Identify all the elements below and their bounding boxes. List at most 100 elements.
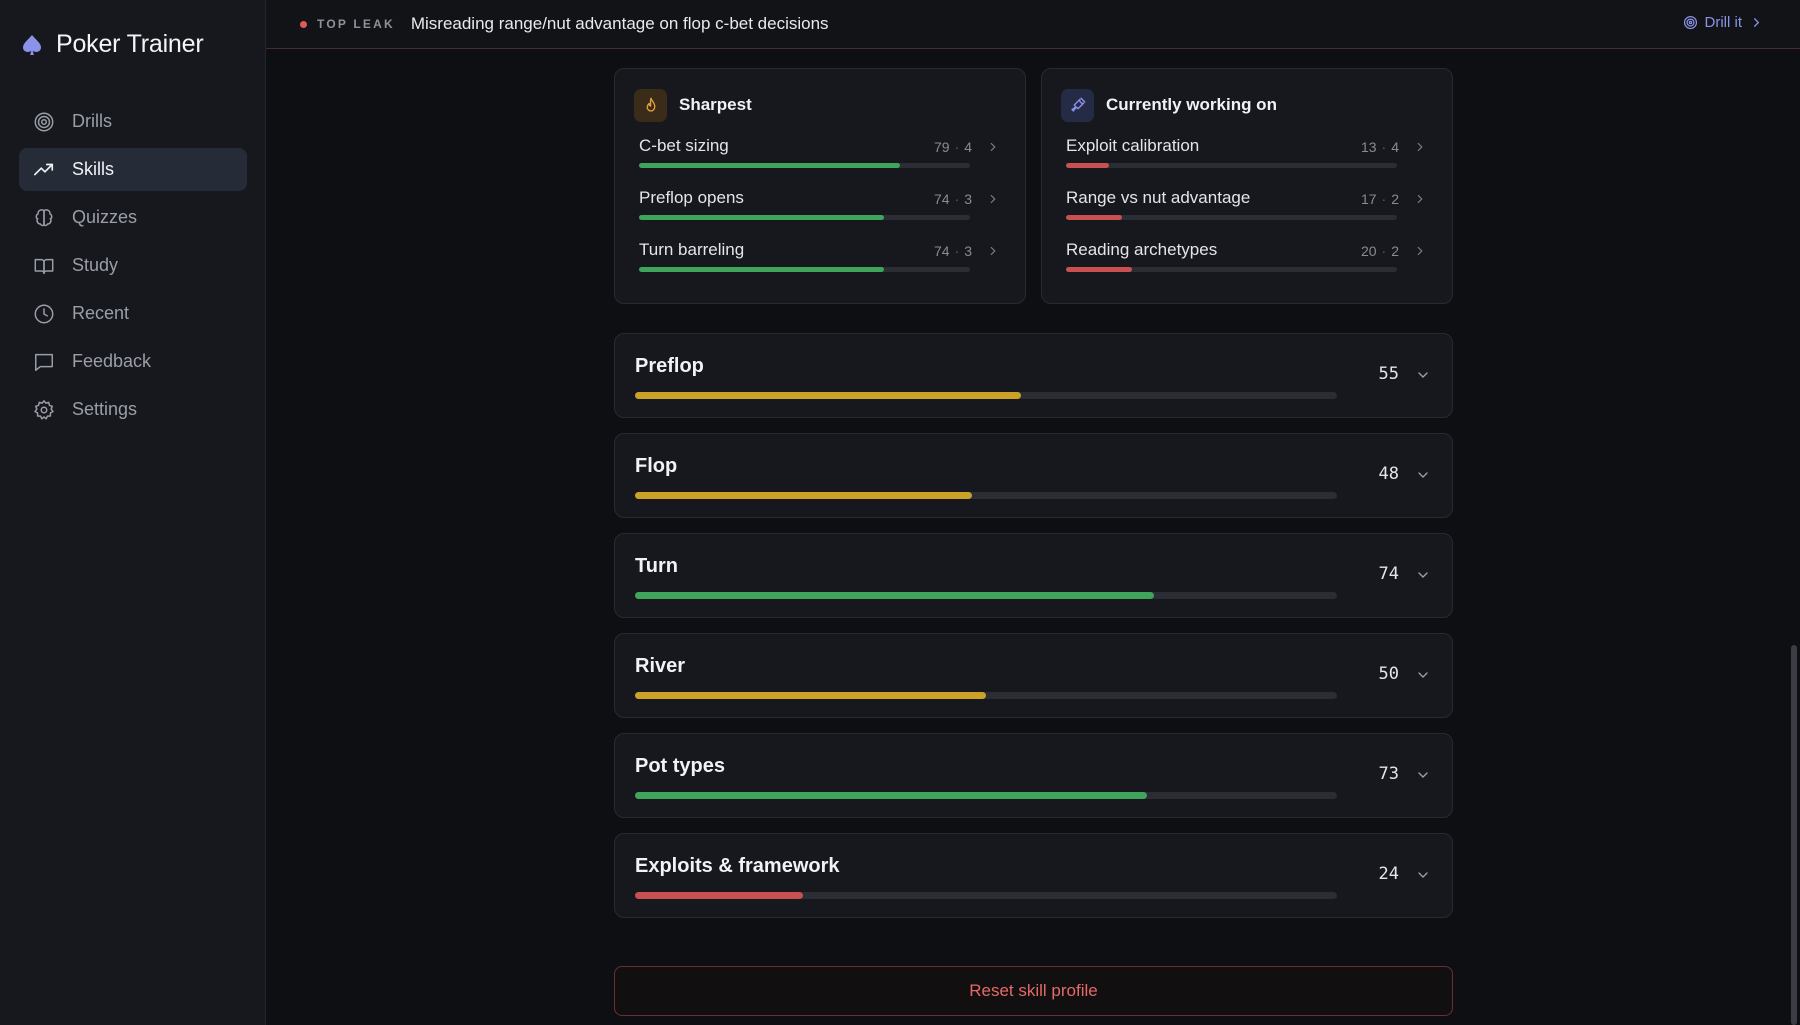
skill-meta: 79 · 4 [933,139,972,155]
sidebar-item-label: Settings [72,399,138,419]
skill-meta: 17 · 2 [1360,191,1399,207]
alert-dot-icon [300,20,307,28]
banner-tag: TOP LEAK [317,17,395,31]
gear-icon [34,399,54,420]
skill-progress-track [1066,215,1397,220]
section-progress-fill [635,592,1155,599]
section-score: 50 [1378,664,1399,684]
chevron-right-icon [990,194,996,204]
app-title: Poker Trainer [56,30,204,58]
skill-row[interactable]: Turn barreling 74 · 3 [639,226,1005,278]
section-score: 74 [1378,564,1399,584]
section-river[interactable]: River 50 [614,633,1453,718]
skill-row[interactable]: Exploit calibration 13 · 4 [1066,122,1432,174]
skill-count: 2 [1391,191,1399,207]
sidebar: Poker Trainer Drills Skills Quizzes Stud… [0,0,266,1025]
chevron-down-icon[interactable] [1415,367,1431,383]
skill-name: Preflop opens [639,188,744,207]
section-title: Turn [635,555,678,577]
sidebar-item-label: Study [72,255,119,275]
sidebar-item-drills[interactable]: Drills [19,100,247,143]
chevron-down-icon[interactable] [1415,467,1431,483]
sharpest-card: Sharpest C-bet sizing 79 · 4 Preflop opens… [614,68,1026,304]
section-progress-track [635,392,1337,399]
section-title: Flop [635,455,678,477]
sidebar-item-settings[interactable]: Settings [19,388,247,431]
chevron-down-icon[interactable] [1415,767,1431,783]
skill-progress-track [639,215,970,220]
summary-row: Sharpest C-bet sizing 79 · 4 Preflop opens… [614,68,1453,304]
section-progress-fill [635,492,972,499]
skill-progress-track [1066,267,1397,272]
section-pot-types[interactable]: Pot types 73 [614,733,1453,818]
section-progress-fill [635,392,1022,399]
sidebar-item-label: Recent [72,303,130,323]
working-on-card: Currently working on Exploit calibration… [1041,68,1453,304]
section-flop[interactable]: Flop 48 [614,433,1453,518]
sidebar-item-recent[interactable]: Recent [19,292,247,335]
skill-row[interactable]: Range vs nut advantage 17 · 2 [1066,174,1432,226]
section-score: 73 [1378,764,1399,784]
drill-it-button[interactable]: Drill it [1683,14,1765,31]
skills-content: Sharpest C-bet sizing 79 · 4 Preflop opens… [614,68,1453,1016]
sidebar-item-label: Drills [72,111,112,131]
scrollbar-thumb[interactable] [1791,645,1797,1025]
skill-count: 4 [1391,139,1399,155]
skill-row[interactable]: Preflop opens 74 · 3 [639,174,1005,226]
skill-score: 74 [933,191,950,207]
section-progress-track [635,792,1337,799]
skill-count: 3 [964,191,972,207]
sidebar-item-skills[interactable]: Skills [19,148,247,191]
top-leak-banner: TOP LEAK Misreading range/nut advantage … [266,0,1800,49]
section-turn[interactable]: Turn 74 [614,533,1453,618]
sidebar-item-label: Quizzes [72,207,138,227]
skill-progress-fill [639,215,884,220]
skill-meta: 20 · 2 [1360,243,1399,259]
section-title: Preflop [635,355,704,377]
section-exploits-framework[interactable]: Exploits & framework 24 [614,833,1453,918]
section-title: Exploits & framework [635,855,840,877]
sidebar-item-feedback[interactable]: Feedback [19,340,247,383]
skill-progress-track [639,267,970,272]
chevron-down-icon[interactable] [1415,567,1431,583]
sidebar-nav: Drills Skills Quizzes Study Recent Feedb… [19,100,247,436]
skill-meta: 74 · 3 [933,191,972,207]
skill-name: Range vs nut advantage [1066,188,1251,207]
section-progress-fill [635,892,804,899]
skill-count: 4 [964,139,972,155]
chevron-right-icon [1417,194,1423,204]
skill-progress-fill [1066,163,1110,168]
skill-progress-fill [1066,267,1133,272]
section-title: Pot types [635,755,726,777]
section-progress-track [635,692,1337,699]
skill-sections: Preflop 55 Flop 48 Turn 74 River 50 Pot … [614,333,1453,918]
skill-row[interactable]: Reading archetypes 20 · 2 [1066,226,1432,278]
sidebar-item-quizzes[interactable]: Quizzes [19,196,247,239]
book-icon [34,258,54,274]
card-header: Currently working on [1061,88,1432,122]
sidebar-item-label: Skills [72,159,115,179]
clock-icon [34,304,54,323]
section-progress-track [635,592,1337,599]
skill-name: Reading archetypes [1066,240,1218,259]
chevron-down-icon[interactable] [1415,667,1431,683]
brand[interactable]: Poker Trainer [22,30,204,59]
section-score: 48 [1378,464,1399,484]
reset-skill-profile-button[interactable]: Reset skill profile [614,966,1453,1016]
target-icon [34,112,54,131]
brain-icon [35,208,53,226]
section-score: 24 [1378,864,1399,884]
skill-progress-fill [639,163,901,168]
spade-icon [23,34,41,55]
scrollbar[interactable] [1788,49,1800,1025]
section-preflop[interactable]: Preflop 55 [614,333,1453,418]
skill-score: 17 [1360,191,1377,207]
sidebar-item-study[interactable]: Study [19,244,247,287]
chevron-down-icon[interactable] [1415,867,1431,883]
chevron-right-icon [1754,18,1760,27]
skill-row[interactable]: C-bet sizing 79 · 4 [639,122,1005,174]
flame-icon [634,88,667,122]
skill-progress-fill [639,267,884,272]
skill-progress-fill [1066,215,1123,220]
card-title: Sharpest [679,95,752,114]
